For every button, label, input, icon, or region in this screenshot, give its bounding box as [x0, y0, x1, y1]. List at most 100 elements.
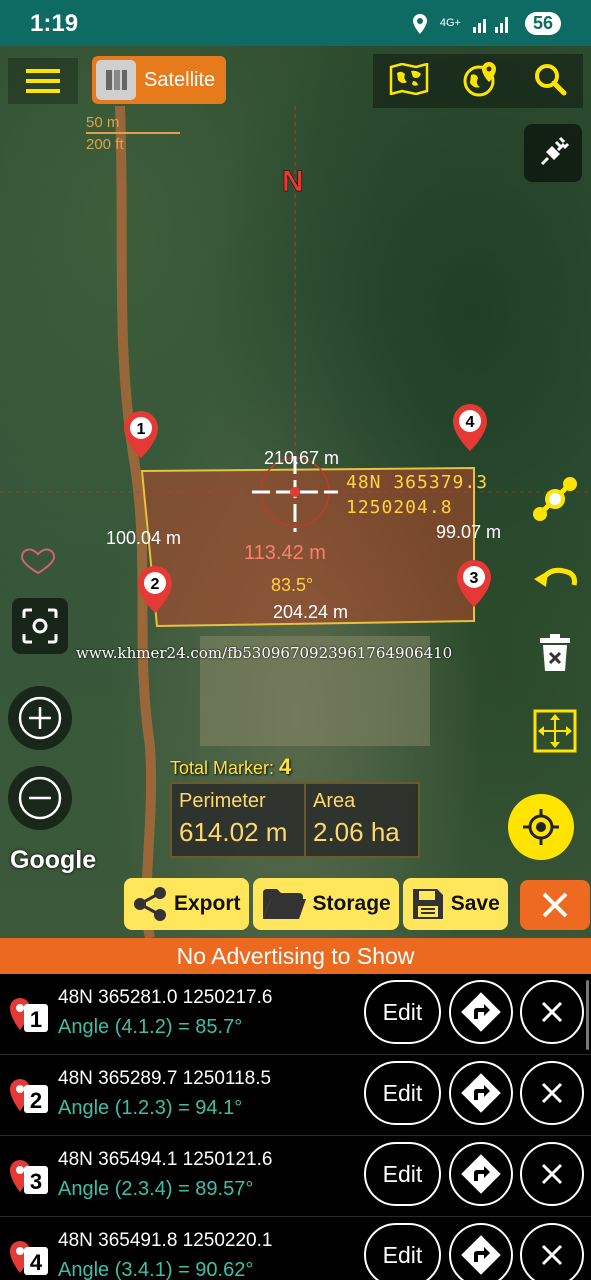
status-time: 1:19: [30, 10, 79, 37]
globe-location-button[interactable]: [462, 60, 500, 103]
total-marker-label: Total Marker:: [170, 758, 275, 778]
point-angle: Angle (2.3.4) = 89.57°: [58, 1178, 254, 1200]
area-value: 2.06 ha: [313, 817, 400, 847]
list-item: 4 48N 365491.8 1250220.1 Angle (3.4.1) =…: [0, 1217, 591, 1280]
map-scale: 50 m 200 ft: [86, 114, 180, 153]
edge-left-length: 100.04 m: [106, 528, 181, 548]
search-button[interactable]: [533, 62, 567, 101]
marker-2-label: 2: [151, 576, 160, 593]
undo-button[interactable]: [526, 550, 584, 608]
minus-circle-icon: [18, 776, 62, 820]
storage-label: Storage: [312, 892, 391, 915]
directions-icon: [461, 992, 501, 1032]
list-item: 1 48N 365281.0 1250217.6 Angle (4.1.2) =…: [0, 974, 591, 1055]
navigate-button[interactable]: [449, 1142, 513, 1206]
point-coords: 48N 365289.7 1250118.5: [58, 1068, 272, 1089]
plug-icon: [540, 136, 570, 166]
delete-point-button[interactable]: [520, 1223, 584, 1280]
marker-4-label: 4: [466, 414, 475, 431]
folder-icon: [262, 889, 306, 919]
hamburger-icon: [26, 69, 60, 93]
crosshair-location-icon: [523, 809, 559, 845]
zoom-in-button[interactable]: [8, 686, 72, 750]
edit-point-button[interactable]: Edit: [364, 1061, 441, 1125]
heart-icon: [20, 548, 56, 575]
point-number: 1: [30, 1007, 42, 1032]
point-coords: 48N 365494.1 1250121.6: [58, 1149, 273, 1170]
total-marker: Total Marker: 4: [170, 754, 291, 780]
total-marker-count: 4: [279, 754, 292, 779]
menu-button[interactable]: [8, 58, 78, 104]
point-list: 1 48N 365281.0 1250217.6 Angle (4.1.2) =…: [0, 974, 591, 1280]
directions-icon: [461, 1154, 501, 1194]
world-map-button[interactable]: [389, 61, 429, 100]
delete-all-button[interactable]: [526, 624, 584, 682]
globe-location-icon: [463, 61, 496, 96]
export-button[interactable]: Export: [124, 878, 249, 930]
delete-point-button[interactable]: [520, 1061, 584, 1125]
area-cell: Area 2.06 ha: [306, 784, 407, 856]
google-attribution: Google: [10, 846, 97, 874]
close-icon: [541, 1244, 563, 1266]
save-button[interactable]: Save: [402, 878, 508, 930]
save-label: Save: [450, 892, 500, 915]
export-label: Export: [174, 892, 241, 915]
battery-level: 56: [524, 12, 561, 35]
point-angle: Angle (1.2.3) = 94.1°: [58, 1097, 243, 1119]
marker-3-label: 3: [470, 570, 479, 587]
center-coords-easting: 48N 365379.3: [346, 472, 488, 493]
perimeter-cell: Perimeter 614.02 m: [172, 784, 306, 856]
point-coords: 48N 365281.0 1250217.6: [58, 987, 273, 1008]
navigate-button[interactable]: [449, 1061, 513, 1125]
point-number: 4: [30, 1250, 43, 1275]
directions-icon: [461, 1073, 501, 1113]
map-view[interactable]: 1 2 3 4 N 210.67 m 100.04 m 99.07 m 204.…: [0, 46, 591, 938]
floppy-disk-icon: [412, 889, 443, 919]
marker-4[interactable]: 4: [453, 404, 487, 451]
location-icon: [412, 13, 427, 34]
edit-point-button[interactable]: Edit: [364, 1142, 441, 1206]
perimeter-value: 614.02 m: [179, 817, 288, 847]
diagonal-length: 113.42 m: [244, 542, 326, 564]
point-angle: Angle (4.1.2) = 85.7°: [58, 1016, 243, 1038]
my-location-button[interactable]: [508, 794, 574, 860]
delete-point-button[interactable]: [520, 1142, 584, 1206]
area-label: Area: [313, 790, 356, 812]
edge-top-length: 210.67 m: [264, 448, 339, 468]
connect-button[interactable]: [524, 124, 582, 182]
edit-point-button[interactable]: Edit: [364, 1223, 441, 1280]
scale-metric: 50 m: [86, 114, 180, 134]
point-angle: Angle (3.4.1) = 90.62°: [58, 1259, 254, 1280]
zoom-out-button[interactable]: [8, 766, 72, 830]
fit-bounds-button[interactable]: [526, 702, 584, 760]
watermark-text: www.khmer24.com/fb5309670923961764906410: [76, 644, 453, 662]
close-icon: [541, 1163, 563, 1185]
edit-point-button[interactable]: Edit: [364, 980, 441, 1044]
share-icon: [134, 887, 166, 921]
marker-pin-icon: 3: [10, 1160, 48, 1194]
storage-button[interactable]: Storage: [252, 878, 399, 930]
navigate-button[interactable]: [449, 1223, 513, 1280]
list-scrollbar[interactable]: [586, 980, 589, 1050]
ad-banner: No Advertising to Show: [0, 938, 591, 974]
delete-point-button[interactable]: [520, 980, 584, 1044]
edit-path-button[interactable]: [526, 470, 584, 528]
measurement-panel: Perimeter 614.02 m Area 2.06 ha: [170, 782, 420, 858]
navigate-button[interactable]: [449, 980, 513, 1044]
signal-icon: [472, 16, 508, 33]
close-icon: [541, 1082, 563, 1104]
perimeter-label: Perimeter: [179, 790, 266, 812]
expand-icon: [533, 709, 577, 753]
layers-icon: [96, 60, 136, 100]
close-icon: [542, 892, 568, 918]
map-type-button[interactable]: Satellite: [92, 56, 226, 104]
point-number: 2: [30, 1088, 42, 1113]
status-icons: 4G+ 56: [412, 12, 561, 35]
close-icon: [541, 1001, 563, 1023]
center-coords-northing: 1250204.8: [346, 497, 453, 518]
list-item: 2 48N 365289.7 1250118.5 Angle (1.2.3) =…: [0, 1055, 591, 1136]
world-map-icon: [390, 61, 429, 96]
marker-pin-icon: 2: [10, 1079, 48, 1113]
close-measure-button[interactable]: [520, 880, 590, 930]
screenshot-button[interactable]: [12, 598, 68, 654]
